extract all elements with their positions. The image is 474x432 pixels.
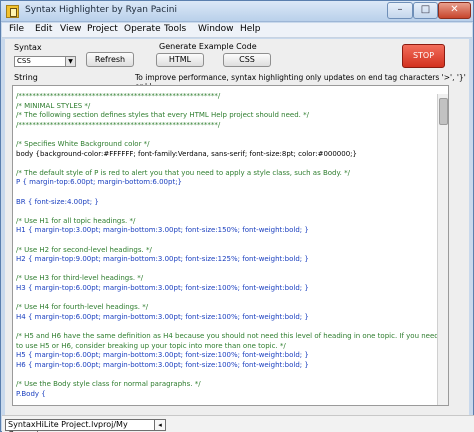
title-bar[interactable]: Syntax Highlighter by Ryan Pacini – □ ✕ — [1, 1, 473, 22]
code-line: /* H5 and H6 have the same definition as… — [16, 332, 439, 340]
code-line: H3 { margin-top:6.00pt; margin-bottom:3.… — [16, 284, 309, 292]
code-line: H4 { margin-top:6.00pt; margin-bottom:3.… — [16, 312, 309, 321]
generate-example-label: Generate Example Code — [159, 42, 257, 51]
code-line: /***************************************… — [16, 92, 221, 100]
maximize-button[interactable]: □ — [413, 2, 438, 19]
syntax-label: Syntax — [14, 43, 42, 52]
string-label: String — [14, 73, 38, 82]
code-line: H6 { margin-top:6.00pt; margin-bottom:3.… — [16, 360, 309, 369]
vertical-scrollbar[interactable] — [437, 94, 448, 405]
code-line: /***************************************… — [16, 120, 221, 129]
code-line: /* The following section defines styles … — [16, 111, 309, 120]
code-line: /* Use H1 for all topic headings. */ — [16, 216, 136, 225]
code-line: /* The default style of P is red to aler… — [16, 168, 350, 177]
menu-file[interactable]: File — [9, 24, 24, 34]
code-line: H1 { margin-top:3.00pt; margin-bottom:3.… — [16, 226, 309, 235]
project-path: SyntaxHiLite Project.lvproj/My Computer — [5, 419, 157, 432]
minimize-button[interactable]: – — [387, 2, 413, 19]
menu-view[interactable]: View — [60, 24, 81, 34]
generate-html-button[interactable]: HTML — [156, 53, 204, 67]
chevron-down-icon[interactable]: ▼ — [65, 57, 75, 66]
code-line: /* MINIMAL STYLES */ — [16, 101, 91, 110]
code-line: /* Use H2 for second-level headings. */ — [16, 245, 152, 254]
menu-bar: File Edit View Project Operate Tools Win… — [2, 23, 472, 38]
close-button[interactable]: ✕ — [438, 2, 471, 19]
code-line: P { margin-top:6.00pt; margin-bottom:6.0… — [16, 178, 183, 187]
refresh-button[interactable]: Refresh — [86, 52, 134, 67]
app-icon — [6, 5, 19, 18]
menu-project[interactable]: Project — [87, 24, 118, 34]
code-line: /* Use H3 for third-level headings. */ — [16, 274, 144, 283]
code-line: body {background-color:#FFFFFF; font-fam… — [16, 149, 357, 158]
window-title: Syntax Highlighter by Ryan Pacini — [25, 5, 177, 15]
app-window: Syntax Highlighter by Ryan Pacini – □ ✕ … — [0, 0, 474, 432]
menu-tools[interactable]: Tools — [164, 24, 186, 34]
code-line: /* Use the Body style class for normal p… — [16, 380, 201, 388]
status-bar: SyntaxHiLite Project.lvproj/My Computer … — [2, 415, 474, 432]
menu-help[interactable]: Help — [240, 24, 261, 34]
scrollbar-thumb[interactable] — [439, 98, 448, 125]
code-line: P.Body { — [16, 389, 46, 398]
stop-button[interactable]: STOP — [402, 44, 445, 68]
code-editor[interactable]: /***************************************… — [12, 85, 449, 406]
menu-edit[interactable]: Edit — [35, 24, 52, 34]
code-line: /* Specifies White Background color */ — [16, 140, 150, 148]
menu-window[interactable]: Window — [198, 24, 234, 34]
syntax-select-value: CSS — [17, 57, 31, 65]
code-line: /* Use H4 for fourth-level headings. */ — [16, 303, 149, 312]
code-line: to use H5 or H6, consider breaking up yo… — [16, 341, 286, 350]
code-line: H5 { margin-top:6.00pt; margin-bottom:3.… — [16, 351, 309, 360]
code-line: BR { font-size:4.00pt; } — [16, 197, 99, 206]
status-arrow-icon[interactable]: ◂ — [154, 419, 166, 431]
code-line: H2 { margin-top:9.00pt; margin-bottom:3.… — [16, 255, 309, 264]
generate-css-button[interactable]: CSS — [223, 53, 271, 67]
menu-operate[interactable]: Operate — [124, 24, 161, 34]
syntax-select[interactable]: CSS ▼ — [14, 56, 76, 67]
